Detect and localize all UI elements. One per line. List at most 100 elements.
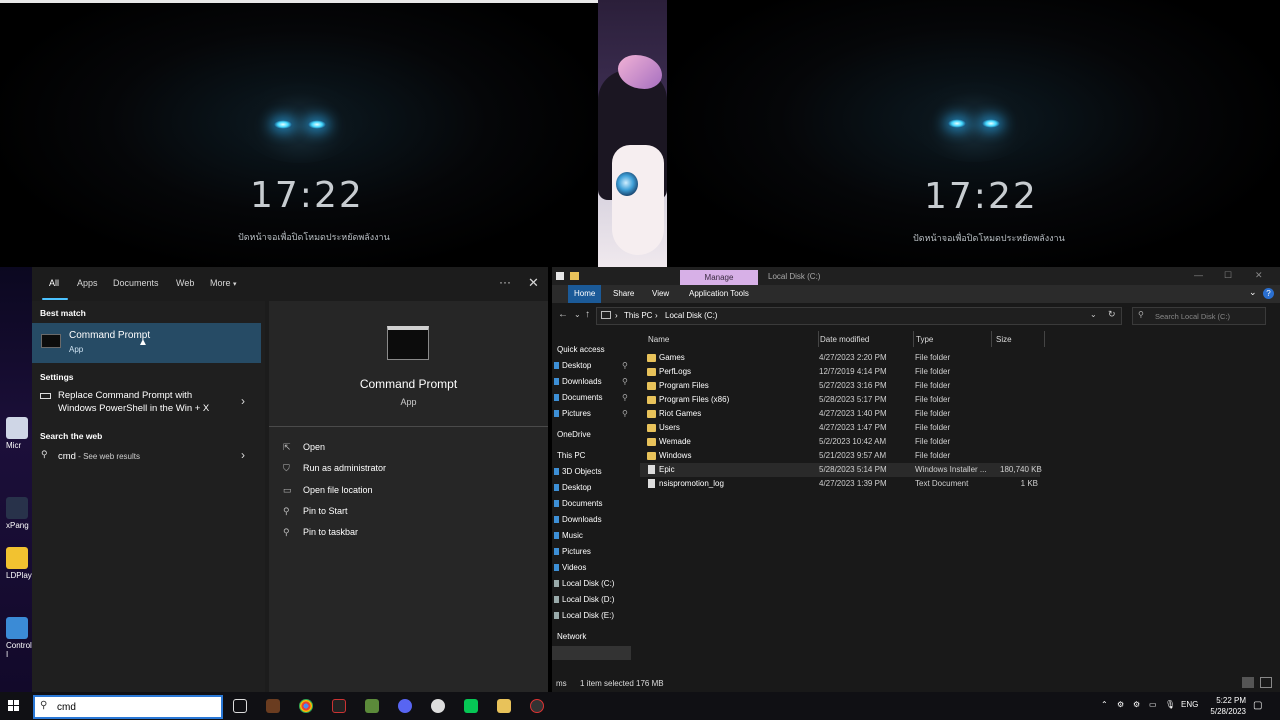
chrome-icon[interactable] — [299, 699, 313, 713]
table-row[interactable]: PerfLogs 12/7/2019 4:14 PM File folder — [640, 365, 1040, 379]
column-size[interactable]: Size — [996, 335, 1012, 344]
more-options-icon[interactable]: ··· — [499, 275, 511, 289]
tab-view[interactable]: View — [652, 289, 669, 298]
nav-downloads[interactable]: Downloads ⚲ — [554, 377, 628, 386]
tray-app-icon[interactable]: ⚙ — [1117, 700, 1124, 709]
chevron-down-icon[interactable]: ⌄ — [1249, 287, 1257, 298]
column-name[interactable]: Name — [648, 335, 669, 344]
up-arrow-icon[interactable]: ↑ — [585, 309, 590, 320]
microphone-icon[interactable]: 🎙 — [1165, 700, 1175, 709]
taskbar-clock[interactable]: 5:22 PM 5/28/2023 — [1200, 695, 1246, 717]
windows-start-icon[interactable] — [8, 700, 20, 712]
nav-desktop-pc[interactable]: Desktop — [554, 483, 591, 492]
maximize-button[interactable]: ☐ — [1224, 270, 1232, 281]
shield-icon: ⛉ — [283, 463, 290, 473]
nav-this-pc[interactable]: This PC — [557, 451, 585, 460]
tab-manage[interactable]: Manage — [680, 270, 758, 285]
details-view-button[interactable] — [1242, 677, 1254, 688]
notification-icon[interactable]: ▢ — [1253, 700, 1262, 711]
address-bar[interactable]: › This PC › Local Disk (C:) ⌄ ↻ — [596, 307, 1122, 325]
nav-videos[interactable]: Videos — [554, 563, 586, 572]
web-search-item[interactable]: ⚲ cmd - See web results › — [32, 446, 261, 466]
table-row[interactable]: Users 4/27/2023 1:47 PM File folder — [640, 421, 1040, 435]
nav-music[interactable]: Music — [554, 531, 583, 540]
action-open[interactable]: ⇱ Open — [283, 442, 325, 453]
nav-local-disk-e[interactable]: Local Disk (E:) — [554, 611, 614, 620]
refresh-icon[interactable]: ↻ — [1108, 309, 1116, 320]
desktop-icon[interactable]: xPang — [6, 497, 32, 530]
nav-documents-pc[interactable]: Documents — [554, 499, 602, 508]
help-icon[interactable]: ? — [1263, 288, 1274, 299]
action-open-file-location[interactable]: ▭ Open file location — [283, 485, 373, 496]
tray-language[interactable]: ENG — [1181, 700, 1198, 709]
app-icon[interactable] — [332, 699, 346, 713]
game-app-icon[interactable] — [266, 699, 280, 713]
cell-name: Wemade — [659, 437, 691, 446]
command-prompt-large-icon — [387, 326, 429, 360]
back-arrow-icon[interactable]: ← — [558, 309, 568, 320]
tab-all[interactable]: All — [49, 278, 59, 288]
network-icon[interactable]: ▭ — [1149, 700, 1157, 709]
table-row[interactable]: Program Files 5/27/2023 3:16 PM File folde… — [640, 379, 1040, 393]
large-icons-view-button[interactable] — [1260, 677, 1272, 688]
chevron-up-icon[interactable]: ⌃ — [1101, 700, 1108, 709]
task-view-icon[interactable] — [233, 699, 247, 713]
tab-application-tools[interactable]: Application Tools — [689, 289, 749, 298]
nav-downloads-pc[interactable]: Downloads — [554, 515, 602, 524]
action-pin-to-start[interactable]: ⚲ Pin to Start — [283, 506, 348, 517]
nav-pictures[interactable]: Pictures ⚲ — [554, 409, 628, 418]
nav-onedrive[interactable]: OneDrive — [557, 430, 591, 439]
nav-quick-access[interactable]: Quick access — [557, 345, 605, 354]
table-row[interactable]: nsispromotion_log 4/27/2023 1:39 PM Text D… — [640, 477, 1040, 491]
table-row[interactable]: Games 4/27/2023 2:20 PM File folder — [640, 351, 1040, 365]
discord-icon[interactable] — [398, 699, 412, 713]
folder-icon[interactable] — [570, 272, 579, 280]
breadcrumb-this-pc[interactable]: This PC — [624, 311, 652, 320]
tray-app-icon[interactable]: ⚙ — [1133, 700, 1140, 709]
nav-documents[interactable]: Documents ⚲ — [554, 393, 628, 402]
table-row[interactable]: Wemade 5/2/2023 10:42 AM File folder — [640, 435, 1040, 449]
minecraft-icon[interactable] — [365, 699, 379, 713]
app-icon[interactable] — [530, 699, 544, 713]
table-row[interactable]: Program Files (x86) 5/28/2023 5:17 PM File… — [640, 393, 1040, 407]
nav-local-disk-d[interactable]: Local Disk (D:) — [554, 595, 614, 604]
column-date-modified[interactable]: Date modified — [820, 335, 869, 344]
tab-apps[interactable]: Apps — [77, 278, 98, 288]
chevron-down-icon[interactable]: ⌄ — [574, 310, 581, 319]
cell-type: File folder — [915, 409, 951, 418]
creature-eye-right — [982, 119, 1000, 128]
table-row[interactable]: Windows 5/21/2023 9:57 AM File folder — [640, 449, 1040, 463]
nav-3d-objects[interactable]: 3D Objects — [554, 467, 602, 476]
nav-local-disk-c[interactable]: Local Disk (C:) — [554, 579, 614, 588]
action-pin-to-taskbar[interactable]: ⚲ Pin to taskbar — [283, 527, 358, 538]
table-row[interactable]: Epic 5/28/2023 5:14 PM Windows Installer .… — [640, 463, 1042, 477]
tab-more[interactable]: More ▾ — [210, 278, 237, 288]
taskbar-search-input[interactable]: ⚲ cmd — [33, 695, 223, 719]
app-icon[interactable] — [431, 699, 445, 713]
table-row[interactable]: Riot Games 4/27/2023 1:40 PM File folder — [640, 407, 1040, 421]
file-explorer-icon[interactable] — [497, 699, 511, 713]
best-match-command-prompt[interactable]: Command Prompt App ▲ — [32, 323, 261, 363]
chevron-down-icon[interactable]: ⌄ — [1090, 310, 1097, 319]
tab-home[interactable]: Home — [574, 289, 595, 298]
close-button[interactable]: ✕ — [1255, 270, 1263, 281]
column-type[interactable]: Type — [916, 335, 933, 344]
quick-access-toolbar-icon[interactable] — [556, 272, 564, 280]
tab-documents[interactable]: Documents — [113, 278, 159, 288]
nav-network[interactable]: Network — [557, 632, 586, 641]
minimize-button[interactable]: — — [1194, 270, 1203, 280]
close-icon[interactable]: ✕ — [528, 275, 539, 291]
action-run-as-administrator[interactable]: ⛉ Run as administrator — [283, 463, 386, 474]
explorer-search-input[interactable]: ⚲ Search Local Disk (C:) — [1132, 307, 1266, 325]
line-icon[interactable] — [464, 699, 478, 713]
nav-desktop[interactable]: Desktop ⚲ — [554, 361, 628, 370]
desktop-icon[interactable]: Control I — [6, 617, 32, 659]
settings-powershell-item[interactable]: Replace Command Prompt with Windows Powe… — [32, 387, 261, 419]
desktop-icon[interactable]: Micr — [6, 417, 32, 450]
nav-pictures-pc[interactable]: Pictures — [554, 547, 591, 556]
tab-web[interactable]: Web — [176, 278, 194, 288]
settings-item-line1: Replace Command Prompt with — [58, 390, 193, 401]
breadcrumb-local-disk[interactable]: Local Disk (C:) — [665, 311, 717, 320]
desktop-icon[interactable]: LDPlay — [6, 547, 32, 580]
tab-share[interactable]: Share — [613, 289, 634, 298]
